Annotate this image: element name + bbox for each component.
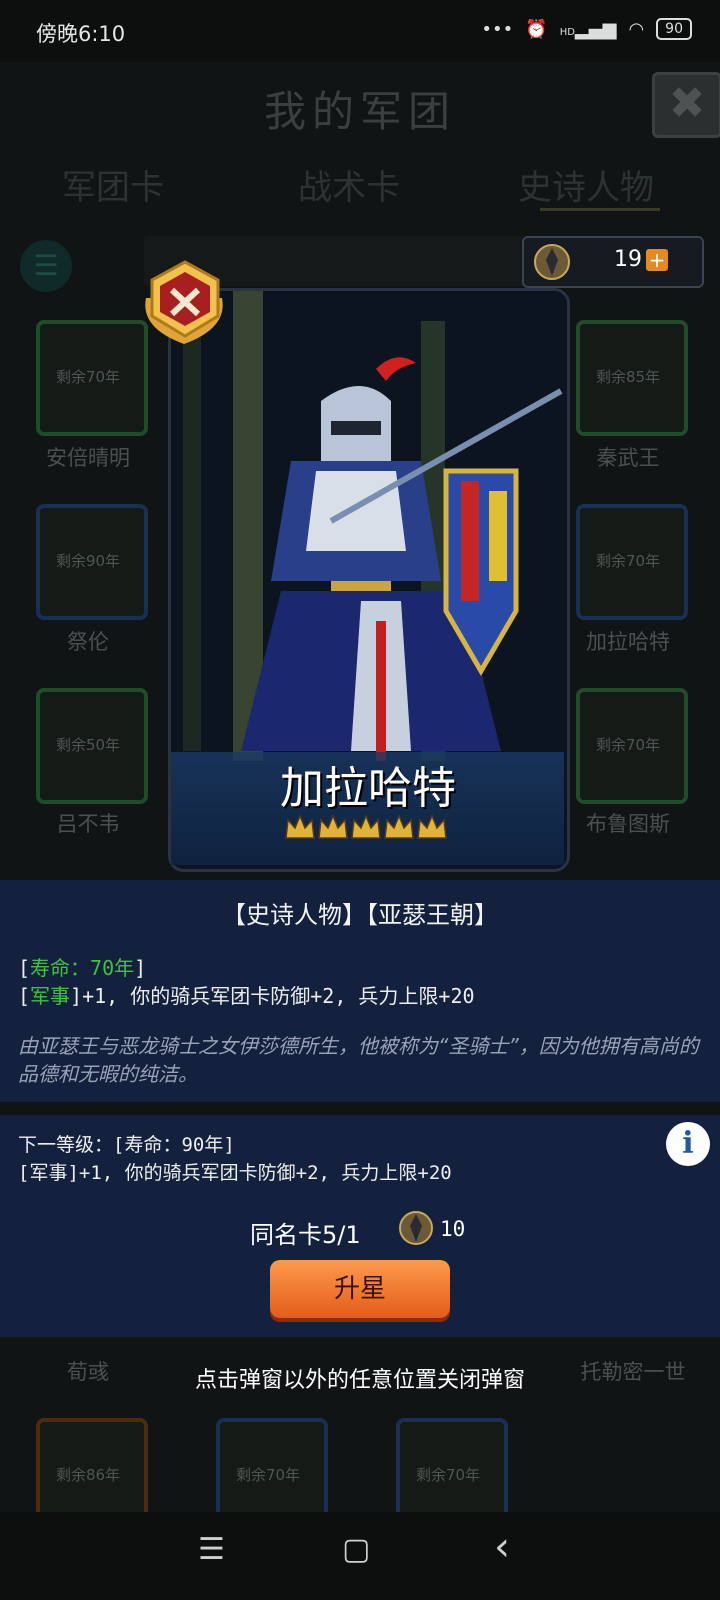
hero-name: 加拉哈特 [280,763,456,814]
card-remaining: 剩余86年 [55,1466,121,1484]
military-text: +1, 你的骑兵军团卡防御+2, 兵力上限+20 [82,984,475,1008]
card-remaining: 剩余70年 [595,736,661,754]
wifi-icon: ◠ [628,18,645,40]
currency-value: 19 [614,247,642,272]
hero-lore: 由亚瑟王与恶龙骑士之女伊莎德所生，他被称为“圣骑士”，因为他拥有高尚的品德和无暇… [18,1034,699,1086]
upgrade-star-button[interactable]: 升星 [270,1260,450,1318]
upgrade-cost: 10 [440,1217,466,1241]
card-remaining: 剩余50年 [55,736,121,754]
emblem-icon [534,244,570,280]
lifespan-line: [寿命：70年] [18,952,146,981]
close-hint: 点击弹窗以外的任意位置关闭弹窗 [194,1368,525,1393]
card-name: 加拉哈特 [586,630,670,654]
tab-legion-cards[interactable]: 军团卡 [62,160,164,209]
info-icon[interactable]: i [666,1122,710,1166]
card-remaining: 剩余70年 [595,552,661,570]
card-name: 安倍晴明 [46,446,130,470]
card-name: 吕不韦 [56,812,120,836]
card-remaining: 剩余90年 [55,552,121,570]
bracket: [ [18,956,31,980]
hero-star-crowns [284,812,450,842]
status-time: 傍晚6:10 [36,22,126,46]
tab-epic-characters[interactable]: 史诗人物 [518,160,654,209]
alarm-icon: ⏰ [525,18,548,40]
lifespan-value: 寿命：70年 [30,956,135,980]
home-icon[interactable]: ▢ [342,1532,370,1567]
recent-apps-icon[interactable]: ☰ [198,1532,225,1567]
emblem-icon [394,1206,438,1250]
hero-category: 【史诗人物】【亚瑟王朝】 [222,901,498,929]
same-card-count: 同名卡5/1 [250,1221,361,1249]
card-remaining: 剩余70年 [415,1466,481,1484]
card-name: 秦武王 [596,446,660,470]
next-level-military: [军事]+1, 你的骑兵军团卡防御+2, 兵力上限+20 [18,1162,452,1184]
bracket: ] [134,956,147,980]
page-title: 我的军团 [263,87,456,136]
card-remaining: 剩余70年 [55,368,121,386]
card-name: 布鲁图斯 [586,812,670,836]
signal-icon: HD▂▄▆ [559,18,617,40]
next-level-lifespan: 下一等级：[寿命：90年] [18,1134,235,1156]
close-button[interactable]: ✖ [652,72,720,138]
more-dots-icon: ••• [481,18,514,40]
card-name: 祭伦 [67,630,109,654]
currency-box [522,236,704,288]
list-menu-button[interactable]: ☰ [20,240,72,292]
tab-tactic-cards[interactable]: 战术卡 [298,160,400,209]
back-icon[interactable]: ‹ [494,1524,510,1570]
add-currency-button[interactable]: + [646,249,668,271]
military-tag: 军事 [30,984,71,1008]
military-effect: [军事]+1, 你的骑兵军团卡防御+2, 兵力上限+20 [18,984,475,1008]
battery-icon: 90 [656,18,692,40]
status-icons: ••• ⏰ HD▂▄▆ ◠ 90 [481,18,692,40]
tab-underline [540,208,660,211]
card-remaining: 剩余70年 [235,1466,301,1484]
rank-badge-icon [138,258,232,348]
card-remaining: 剩余85年 [595,368,661,386]
